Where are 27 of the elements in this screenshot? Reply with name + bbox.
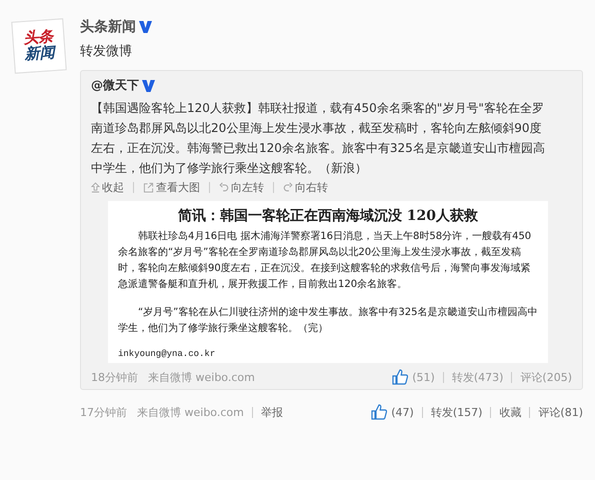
rotate-left-icon [219, 182, 229, 193]
document-paragraph: “岁月号”客轮在从仁川驶往济州的途中发生事故。旅客中有325名是京畿道安山市檀园高中学生，他们为了修学旅行乘坐这艘客轮。（完） [118, 306, 538, 336]
rotate-right-icon [283, 182, 293, 193]
image-action[interactable]: 收起 [91, 180, 124, 195]
document-email: inkyoung@yna.co.kr [118, 349, 216, 359]
thumbs-up-icon[interactable] [371, 404, 388, 420]
repost-link[interactable]: 转发(157) [430, 404, 482, 420]
image-action[interactable]: 向右转 [283, 180, 328, 195]
post-text: 转发微博 [80, 43, 133, 60]
thumbs-up-icon[interactable] [392, 369, 408, 385]
up-arrow-icon [91, 182, 100, 193]
report-link[interactable]: 举报 [260, 404, 283, 420]
post-source[interactable]: 来自微博 weibo.com [148, 370, 255, 384]
account-name[interactable]: 头条新闻 [80, 18, 136, 36]
like-count[interactable]: (47) [391, 406, 414, 418]
avatar[interactable]: 头条 新闻 [11, 18, 67, 74]
external-link-icon [143, 182, 154, 193]
favorite-link[interactable]: 收藏 [499, 404, 522, 420]
retweet-text: 【韩国遇险客轮上120人获救】韩联社报道，载有450余名乘客的"岁月号"客轮在全罗南道珍岛郡屏风岛以北20公里海上发生浸水事故，截至发稿时，客轮向左舷倾斜90度左右，正在沉没。韩海警已救出120余名旅客。旅客中有325名是京畿道安山市檀园高中学生，他们为了修学旅行乘坐这艘客轮。（新浪） [91, 100, 546, 177]
document-paragraph: 韩联社珍岛4月16日电 据木浦海洋警察署16日消息，当天上午8时58分许，一艘载有450余名旅客的“岁月号”客轮在全罗南道珍岛郡屏风岛以北20公里海上发生浸水事故，截至发稿时，客轮向左舷倾斜90度左右，正在沉没。在接到这艘客轮的求救信号后，海警向事发海域紧急派遣警备艇和直升机，展开救援工作，目前救出120余名旅客。 [118, 230, 532, 292]
image-action[interactable]: 向左转 [219, 180, 264, 195]
author-name[interactable]: @微天下 [91, 77, 139, 94]
comment-link[interactable]: 评论(81) [538, 404, 583, 420]
image-action[interactable]: 查看大图 [143, 180, 200, 195]
post-time[interactable]: 17分钟前 [80, 404, 127, 420]
post-source[interactable]: 来自微博 weibo.com [137, 404, 244, 420]
document-title: 简讯：韩国一客轮正在西南海域沉没 120人获救 [176, 207, 480, 225]
